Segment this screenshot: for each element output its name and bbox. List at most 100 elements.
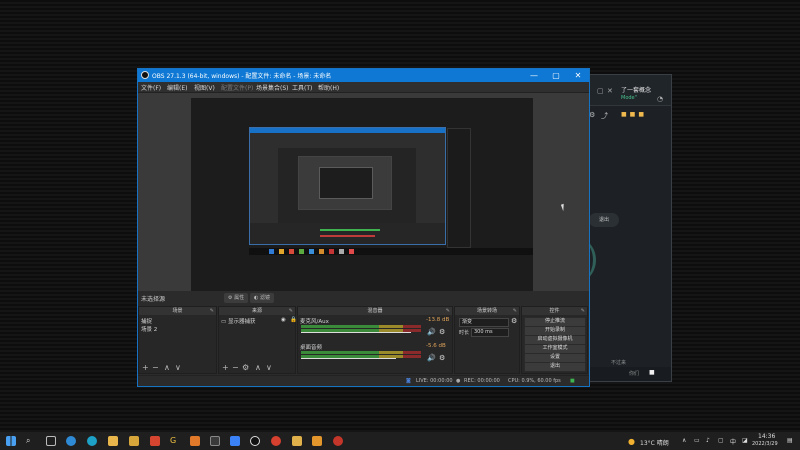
app-icon[interactable] [333,436,343,446]
close-icon[interactable]: ✕ [607,87,613,95]
background-app-label: 不过来 [611,360,627,366]
transition-select[interactable]: 渐变 [459,318,509,327]
nested-obs-window [249,127,446,245]
preview-area[interactable] [138,93,589,291]
restore-icon[interactable]: ▢ [597,87,604,95]
close-icon[interactable]: ✕ [567,69,589,82]
app-icon[interactable]: G [170,436,180,446]
properties-button[interactable]: ⚙ 属性 [224,293,249,303]
exit-button[interactable]: 退出 [524,362,586,372]
visibility-eye-icon[interactable]: ◉ [281,317,286,323]
menu-profile[interactable]: 配置文件(P) [221,83,253,92]
sources-dock: 来源 ✎ ▭ 显示器捕获 ◉ 🔒 + − ⚙ ∧ ∨ [218,306,297,374]
sources-dock-title: 来源 [251,308,262,314]
rec-icon: ● [456,378,461,384]
footer-label: 你们 [629,371,640,377]
menu-edit[interactable]: 编辑(E) [167,83,187,92]
obs-taskbar-icon[interactable] [250,436,260,446]
display-icon[interactable]: ▢ [718,437,724,444]
nested-taskbar [249,248,533,255]
move-up-icon[interactable]: ∧ [164,363,170,373]
speaker-icon[interactable]: 🔊 [427,354,436,362]
preview-canvas[interactable] [191,98,533,291]
duration-label: 时长 [459,330,470,336]
scene-item[interactable]: 捕捉 [141,317,152,325]
ime-indicator[interactable]: 中 [730,437,736,446]
source-settings-icon[interactable]: ⚙ [242,363,249,373]
gear-icon[interactable]: ⚙ [439,354,445,362]
browser-icon[interactable] [87,436,97,446]
app-icon[interactable] [190,436,200,446]
folder-icons[interactable]: ■■■ [621,111,647,118]
duration-input[interactable]: 300 ms [471,328,509,337]
lock-icon[interactable]: 🔒 [290,317,297,323]
app-tray-icon[interactable]: ◪ [742,437,748,444]
app-icon[interactable] [271,436,281,446]
volume-icon[interactable]: ♪ [706,437,710,444]
scene-item[interactable]: 场景 2 [141,325,157,333]
live-time: LIVE: 00:00:00 [416,378,453,384]
obs-titlebar[interactable]: OBS 27.1.3 (64-bit, windows) - 配置文件: 未命名… [138,69,589,82]
audio-meter [301,325,421,328]
remove-scene-button[interactable]: − [152,363,159,373]
background-app-window[interactable]: ▢ ✕ 了一套概念 Mode" ◔ ⚙ ⤴ ■■■ 退出 不过来 你们 ■ [580,74,672,382]
person-icon[interactable]: ◔ [657,95,663,103]
weather-icon: ● [628,437,635,446]
file-explorer-icon[interactable] [108,436,118,446]
app-icon[interactable] [210,436,220,446]
volume-slider[interactable] [301,332,411,333]
task-view-icon[interactable] [46,436,56,446]
clock-time[interactable]: 14:36 [758,433,775,440]
clock-date[interactable]: 2022/3/29 [752,441,778,447]
source-item[interactable]: ▭ 显示器捕获 ◉ 🔒 [221,317,297,325]
move-down-icon[interactable]: ∨ [266,363,272,373]
chevron-up-icon[interactable]: ∧ [682,437,686,444]
windows-start-icon[interactable] [6,436,16,446]
edge-icon[interactable] [66,436,76,446]
audio-meter [301,351,421,354]
stream-health-icon: ■ [570,378,575,384]
audio-mixer-dock: 混音器 ✎ 麦克风/Aux -13.8 dB 🔊 ⚙ 桌面音频 -5.6 dB 🔊… [297,306,453,374]
minimize-icon[interactable]: — [523,69,545,82]
maximize-icon[interactable]: ▢ [545,69,567,82]
footer-badge[interactable]: ■ [649,369,655,376]
filters-button[interactable]: ◐ 滤镜 [250,293,274,303]
mixer-channel-db: -13.8 dB [426,317,450,323]
add-scene-button[interactable]: + [142,363,149,373]
obs-window[interactable]: OBS 27.1.3 (64-bit, windows) - 配置文件: 未命名… [137,68,590,387]
background-app-titlebar: ▢ ✕ 了一套概念 Mode" ◔ [581,75,671,106]
app-icon[interactable] [292,436,302,446]
exit-button[interactable]: 退出 [589,213,619,227]
app-icon[interactable] [312,436,322,446]
mixer-dock-title: 混音器 [367,308,383,314]
obs-logo-icon [141,71,149,79]
background-app-footer: 你们 ■ [581,367,671,381]
menu-scene-collection[interactable]: 场景集合(S) [256,83,289,92]
notification-icon[interactable]: ▤ [787,437,793,444]
app-icon[interactable] [129,436,139,446]
background-app-title: 了一套概念 [621,87,652,94]
menu-file[interactable]: 文件(F) [141,83,161,92]
share-icon[interactable]: ⤴ [601,111,608,121]
search-icon[interactable]: ⌕ [26,436,36,446]
nested-side-window [447,128,471,248]
network-icon[interactable]: ▭ [694,437,700,444]
gear-icon[interactable]: ⚙ [511,317,517,325]
menu-view[interactable]: 视图(V) [194,83,215,92]
menu-help[interactable]: 帮助(H) [318,83,339,92]
move-up-icon[interactable]: ∧ [255,363,261,373]
remove-source-button[interactable]: − [232,363,239,373]
scene-transitions-dock: 场景转场 ✎ 渐变 ⚙ 时长 300 ms [454,306,520,374]
mixer-channel-db: -5.6 dB [426,343,446,349]
volume-slider[interactable] [301,358,396,359]
gear-icon[interactable]: ⚙ [439,328,445,336]
menu-tools[interactable]: 工具(T) [292,83,312,92]
app-icon[interactable] [230,436,240,446]
speaker-icon[interactable]: 🔊 [427,328,436,336]
move-down-icon[interactable]: ∨ [175,363,181,373]
app-icon[interactable] [150,436,160,446]
taskbar: ⌕ G ● 13°C 晴朗 ∧ ▭ ♪ ▢ 中 ◪ 14:36 2022/3/2… [0,432,800,450]
obs-window-title: OBS 27.1.3 (64-bit, windows) - 配置文件: 未命名… [152,73,332,80]
add-source-button[interactable]: + [222,363,229,373]
weather-text[interactable]: 13°C 晴朗 [640,438,669,447]
